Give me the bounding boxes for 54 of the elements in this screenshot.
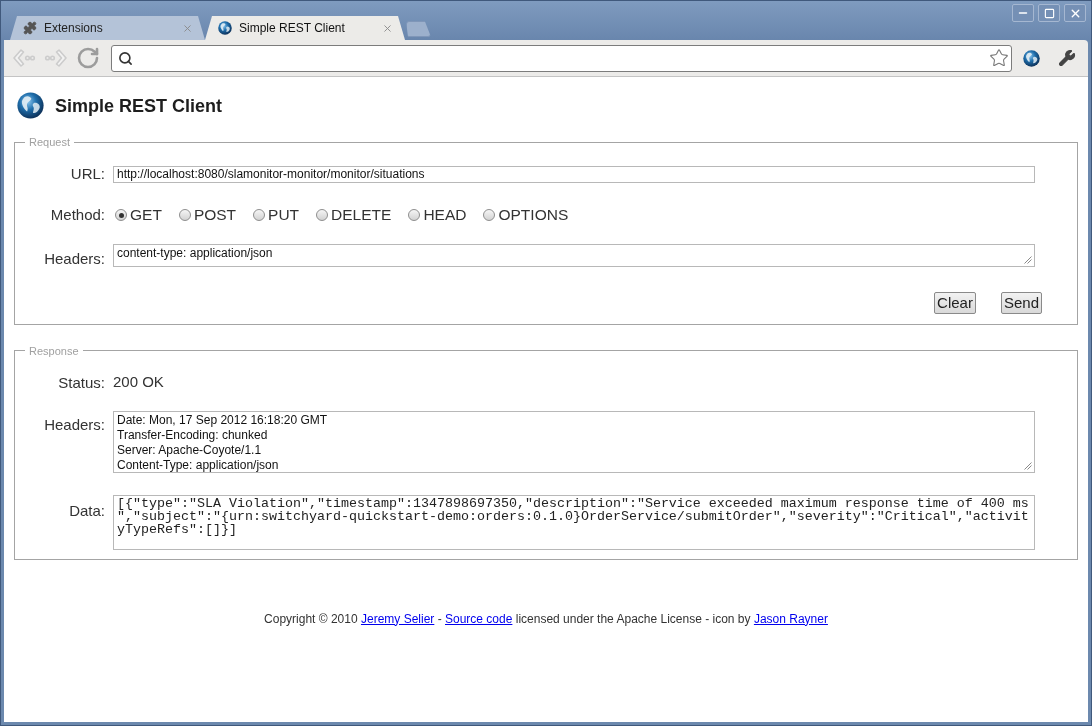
puzzle-piece-icon — [23, 21, 37, 35]
forward-arrow-icon — [44, 48, 68, 68]
radio-button[interactable] — [483, 209, 496, 221]
method-option-label[interactable]: PUT — [268, 203, 300, 227]
panel-legend: Response — [25, 343, 83, 358]
radio-button[interactable] — [316, 209, 329, 221]
method-option-label[interactable]: DELETE — [331, 203, 392, 227]
url-field[interactable]: http://localhost:8080/slamonitor-monitor/monitor/situations — [113, 165, 1035, 183]
minimize-button[interactable] — [1012, 4, 1034, 22]
reload-icon — [76, 46, 100, 70]
field-label: Headers: — [43, 249, 105, 269]
field-label: Data: — [68, 500, 105, 521]
wrench-icon[interactable] — [1058, 49, 1076, 67]
globe-icon — [17, 92, 44, 119]
browser-tab[interactable]: Simple REST Client — [205, 16, 405, 40]
action-button[interactable]: Send — [1000, 291, 1042, 314]
status-value: 200 OK — [113, 372, 164, 393]
radio-button[interactable] — [178, 209, 191, 221]
footer-link[interactable]: Jeremy Selier — [360, 611, 435, 626]
field-label: Method: — [49, 204, 105, 225]
resize-grip-icon[interactable] — [1024, 461, 1032, 470]
close-icon[interactable] — [182, 22, 193, 34]
action-button[interactable]: Clear — [934, 291, 976, 314]
footer-link[interactable]: Jason Rayner — [753, 611, 828, 626]
maximize-button[interactable] — [1038, 4, 1060, 22]
search-icon — [118, 50, 133, 66]
globe-icon[interactable] — [1023, 49, 1040, 67]
back-arrow-icon — [12, 48, 36, 68]
response-headers-field[interactable]: Date: Mon, 17 Sep 2012 16:18:20 GMT Transfer-Encoding: chunked Server: Apache-Coyote/1.1 Content-Type: application/json — [113, 410, 1035, 473]
close-button[interactable] — [1064, 4, 1086, 22]
browser-tab[interactable]: Extensions — [10, 16, 205, 40]
field-label: Headers: — [43, 414, 105, 435]
resize-grip-icon[interactable] — [1024, 256, 1032, 264]
bookmark-star-icon[interactable] — [989, 48, 1009, 68]
address-field[interactable] — [111, 44, 1012, 72]
response-data-field[interactable]: [{"type":"SLA Violation","timestamp":1347898697350,"description":"Service exceeded maximum response time of 400 ms","subject":"{urn:switchyard-quickstart-demo:orders:0.1.0}OrderService/submitOrder","severity":"Critical","activityTypeRefs":[]}] — [113, 494, 1035, 550]
method-option-label[interactable]: HEAD — [423, 203, 467, 227]
globe-icon — [218, 21, 232, 35]
radio-button[interactable] — [253, 209, 266, 221]
copyright-text: Copyright © 2010 Jeremy Selier - Source code licensed under the Apache License - icon by Jason Rayner — [263, 611, 829, 627]
method-option-label[interactable]: OPTIONS — [498, 203, 569, 227]
radio-button[interactable] — [115, 209, 127, 221]
footer-link[interactable]: Source code — [445, 611, 513, 626]
radio-button[interactable] — [408, 209, 421, 221]
panel-legend: Request — [25, 135, 74, 149]
method-option-label[interactable]: GET — [130, 203, 162, 227]
field-label: URL: — [69, 163, 105, 184]
headers-field[interactable]: content-type: application/json — [113, 244, 1035, 267]
new-tab-button[interactable] — [406, 21, 431, 37]
field-label: Status: — [57, 373, 105, 394]
method-option-label[interactable]: POST — [193, 203, 237, 227]
close-icon[interactable] — [382, 22, 393, 34]
maximize-icon — [1043, 7, 1055, 19]
page-title: Simple REST Client — [55, 95, 223, 116]
